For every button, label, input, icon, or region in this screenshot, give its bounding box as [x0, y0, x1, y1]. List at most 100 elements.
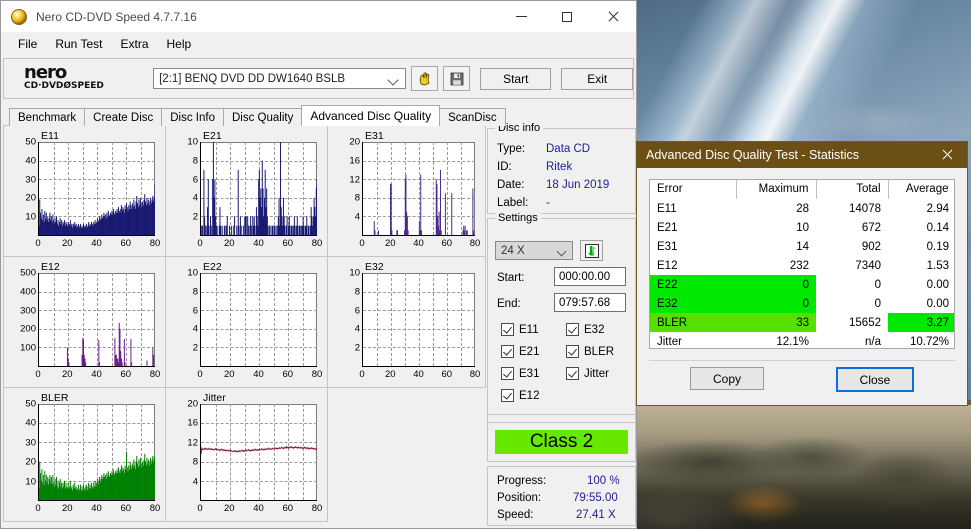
gridline-vertical [215, 273, 217, 366]
plot-area [362, 142, 475, 236]
x-axis-labels: 0 20 40 60 80 [197, 238, 322, 252]
close-button[interactable] [590, 1, 636, 32]
table-row: E12 232 7340 1.53 [650, 256, 954, 275]
x-axis-labels: 0 20 40 60 80 [35, 238, 160, 252]
drive-select[interactable]: [2:1] BENQ DVD DD DW1640 BSLB [153, 68, 407, 89]
table-cell: 15652 [849, 316, 881, 329]
chart-inner: E32 2 4 6 8 10 0 20 40 60 80 [332, 261, 481, 385]
checkbox-e11-label: E11 [519, 323, 539, 336]
table-row: E22 0 0 0.00 [650, 275, 954, 294]
disc-label-value: - [546, 197, 550, 209]
checkbox-e31[interactable]: E31 [501, 367, 539, 380]
table-cell: 7340 [855, 259, 881, 272]
close-dialog-button[interactable]: Close [836, 367, 914, 392]
check-icon [566, 345, 579, 358]
tab-advanced-disc-quality[interactable]: Advanced Disc Quality [301, 105, 441, 126]
check-icon [501, 367, 514, 380]
x-tick-label: 80 [149, 369, 161, 380]
table-cell: 0.14 [926, 221, 949, 234]
speed-select[interactable]: 24 X [495, 241, 573, 260]
tab-create-disc[interactable]: Create Disc [84, 108, 163, 126]
table-cell: 14 [796, 240, 809, 253]
column-header-average: Average [888, 180, 954, 199]
end-time-field[interactable]: 079:57.68 [554, 293, 626, 312]
table-header-row: Error Maximum Total Average [650, 180, 954, 199]
floppy-save-icon [450, 72, 463, 85]
x-axis-labels: 0 20 40 60 80 [197, 369, 322, 383]
checkbox-bler-label: BLER [584, 345, 615, 358]
plot-area [200, 273, 317, 367]
start-time-field[interactable]: 000:00.00 [554, 267, 626, 286]
checkbox-jitter[interactable]: Jitter [566, 367, 609, 380]
y-tick-label: 20 [25, 192, 36, 204]
maximize-button[interactable] [544, 1, 590, 32]
menu-item-run-test[interactable]: Run Test [46, 34, 111, 54]
menu-item-help[interactable]: Help [158, 34, 201, 54]
copy-button[interactable]: Copy [690, 367, 764, 390]
y-tick-label: 8 [192, 155, 198, 167]
statistics-table: Error Maximum Total Average E11 28 14078 2.… [650, 180, 954, 348]
gridline-vertical [461, 273, 462, 366]
x-tick-label: 20 [384, 238, 396, 249]
table-cell: E22 [650, 275, 736, 294]
nero-icon [11, 8, 27, 25]
chart-inner: BLER 10 20 30 40 50 0 20 40 60 80 [8, 392, 161, 519]
x-axis-labels: 0 20 40 60 80 [35, 503, 160, 517]
y-tick-label: 10 [25, 211, 36, 223]
data-series-bler [39, 404, 155, 500]
gridline-vertical [405, 273, 406, 366]
x-tick-label: 0 [197, 369, 203, 380]
checkbox-bler[interactable]: BLER [566, 345, 614, 358]
menu-item-file[interactable]: File [9, 34, 46, 54]
menu-bar: File Run Test Extra Help [1, 32, 636, 55]
statistics-title-bar: Advanced Disc Quality Test - Statistics [637, 142, 967, 168]
tab-scandisc[interactable]: ScanDisc [439, 108, 506, 126]
x-tick-label: 60 [120, 369, 132, 380]
y-tick-label: 10 [187, 267, 198, 279]
menu-item-extra[interactable]: Extra [111, 34, 157, 54]
disc-date-value: 18 Jun 2019 [546, 179, 610, 191]
x-tick-label: 60 [120, 238, 132, 249]
table-cell: 10 [796, 221, 809, 234]
checkbox-e12[interactable]: E12 [501, 389, 539, 402]
y-axis-labels: 2 4 6 8 10 [170, 268, 198, 367]
x-tick-label: 40 [253, 503, 264, 514]
x-tick-label: 60 [441, 238, 453, 249]
y-tick-label: 12 [349, 174, 360, 186]
y-tick-label: 200 [20, 323, 36, 335]
table-cell: 28 [796, 202, 809, 215]
statistics-close-button[interactable] [927, 142, 967, 168]
exit-button[interactable]: Exit [561, 67, 633, 90]
eject-button[interactable] [411, 66, 439, 91]
y-tick-label: 4 [192, 323, 198, 335]
x-axis-labels: 0 20 40 60 80 [359, 369, 480, 383]
refresh-speed-button[interactable] [580, 240, 603, 261]
tab-disc-quality[interactable]: Disc Quality [223, 108, 303, 126]
minimize-button[interactable] [498, 1, 544, 32]
tab-disc-info[interactable]: Disc Info [161, 108, 224, 126]
start-time-label: Start: [497, 272, 525, 284]
table-cell: E11 [657, 202, 677, 215]
table-row: E11 28 14078 2.94 [650, 199, 954, 218]
checkbox-e21[interactable]: E21 [501, 345, 539, 358]
x-tick-label: 20 [61, 238, 73, 249]
x-tick-label: 80 [149, 503, 161, 514]
tab-benchmark[interactable]: Benchmark [9, 108, 86, 126]
gridline-vertical [259, 273, 260, 366]
gridline-vertical [273, 273, 275, 366]
y-tick-label: 2 [192, 342, 198, 354]
gridline-horizontal [363, 310, 475, 312]
tab-bar: Benchmark Create Disc Disc Info Disc Qua… [9, 105, 636, 126]
checkbox-e32[interactable]: E32 [566, 323, 604, 336]
statistics-dialog-buttons: Copy Close [637, 367, 967, 392]
progress-group: Progress: 100 % Position: 79:55.00 Speed… [487, 466, 636, 526]
chart-inner: E11 10 20 30 40 50 0 20 40 60 80 [8, 130, 161, 254]
save-button[interactable] [443, 66, 470, 91]
table-row: E32 0 0 0.00 [650, 294, 954, 313]
table-cell: 0 [736, 294, 816, 313]
gridline-horizontal [201, 328, 317, 330]
start-button[interactable]: Start [479, 67, 552, 90]
plot-area [200, 142, 317, 236]
checkbox-e11[interactable]: E11 [501, 323, 539, 336]
x-tick-label: 20 [223, 369, 235, 380]
